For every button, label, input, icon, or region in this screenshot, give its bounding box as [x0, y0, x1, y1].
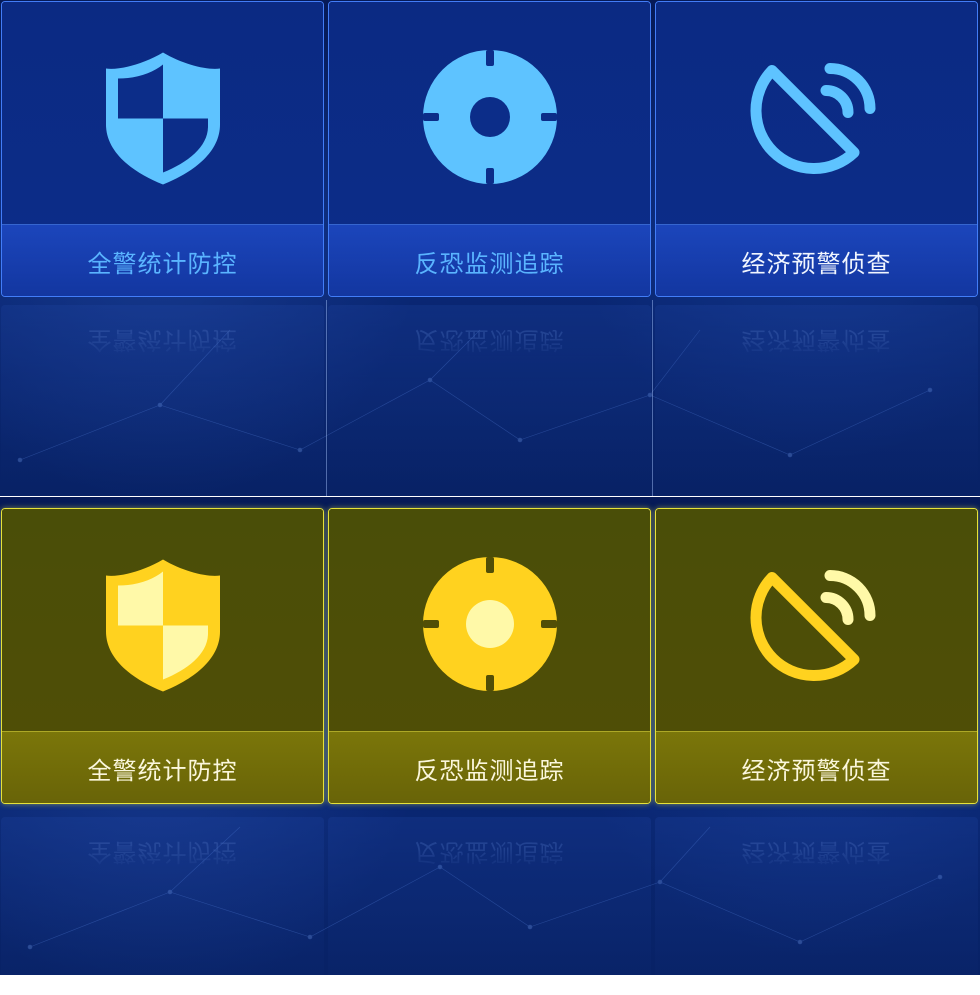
shield-icon: [105, 52, 220, 185]
satellite-dish-icon: [750, 570, 875, 681]
tile-label: 经济预警侦查: [741, 756, 892, 785]
divider: [326, 300, 327, 496]
satellite-dish-icon: [750, 63, 875, 174]
tile-reflection: 反恐监测追踪: [328, 817, 651, 975]
shield-icon: [105, 559, 220, 692]
tile-label: 全警统计防控: [87, 249, 238, 278]
tile-label: 反恐监测追踪: [414, 756, 565, 785]
crosshair-icon: [422, 557, 557, 691]
tile-counter-terrorism[interactable]: 反恐监测追踪: [328, 508, 651, 804]
tile-label: 经济预警侦查: [741, 249, 892, 278]
tile-reflection: 全警统计防控: [1, 817, 324, 975]
crosshair-icon: [422, 50, 557, 184]
tile-economic-warning[interactable]: 经济预警侦查: [655, 508, 978, 804]
tile-economic-warning[interactable]: 经济预警侦查: [655, 1, 978, 297]
tile-label: 全警统计防控: [87, 756, 238, 785]
tile-reflection: 经济预警侦查: [655, 305, 978, 485]
divider: [652, 300, 653, 496]
tile-panel-default: 全警统计防控 反恐监测追踪 经济预警侦查 全警统计防控 反恐监测追踪 经济预警侦…: [0, 0, 980, 496]
tile-police-statistics[interactable]: 全警统计防控: [1, 508, 324, 804]
tile-panel-highlighted: 全警统计防控 反恐监测追踪 经济预警侦查 全警统计防控 反恐监测追踪 经济预警侦…: [0, 497, 980, 975]
tile-reflection: 经济预警侦查: [655, 817, 978, 975]
tile-counter-terrorism[interactable]: 反恐监测追踪: [328, 1, 651, 297]
tile-reflection: 全警统计防控: [1, 305, 324, 485]
tile-reflection: 反恐监测追踪: [328, 305, 651, 485]
tile-police-statistics[interactable]: 全警统计防控: [1, 1, 324, 297]
tile-label: 反恐监测追踪: [414, 249, 565, 278]
